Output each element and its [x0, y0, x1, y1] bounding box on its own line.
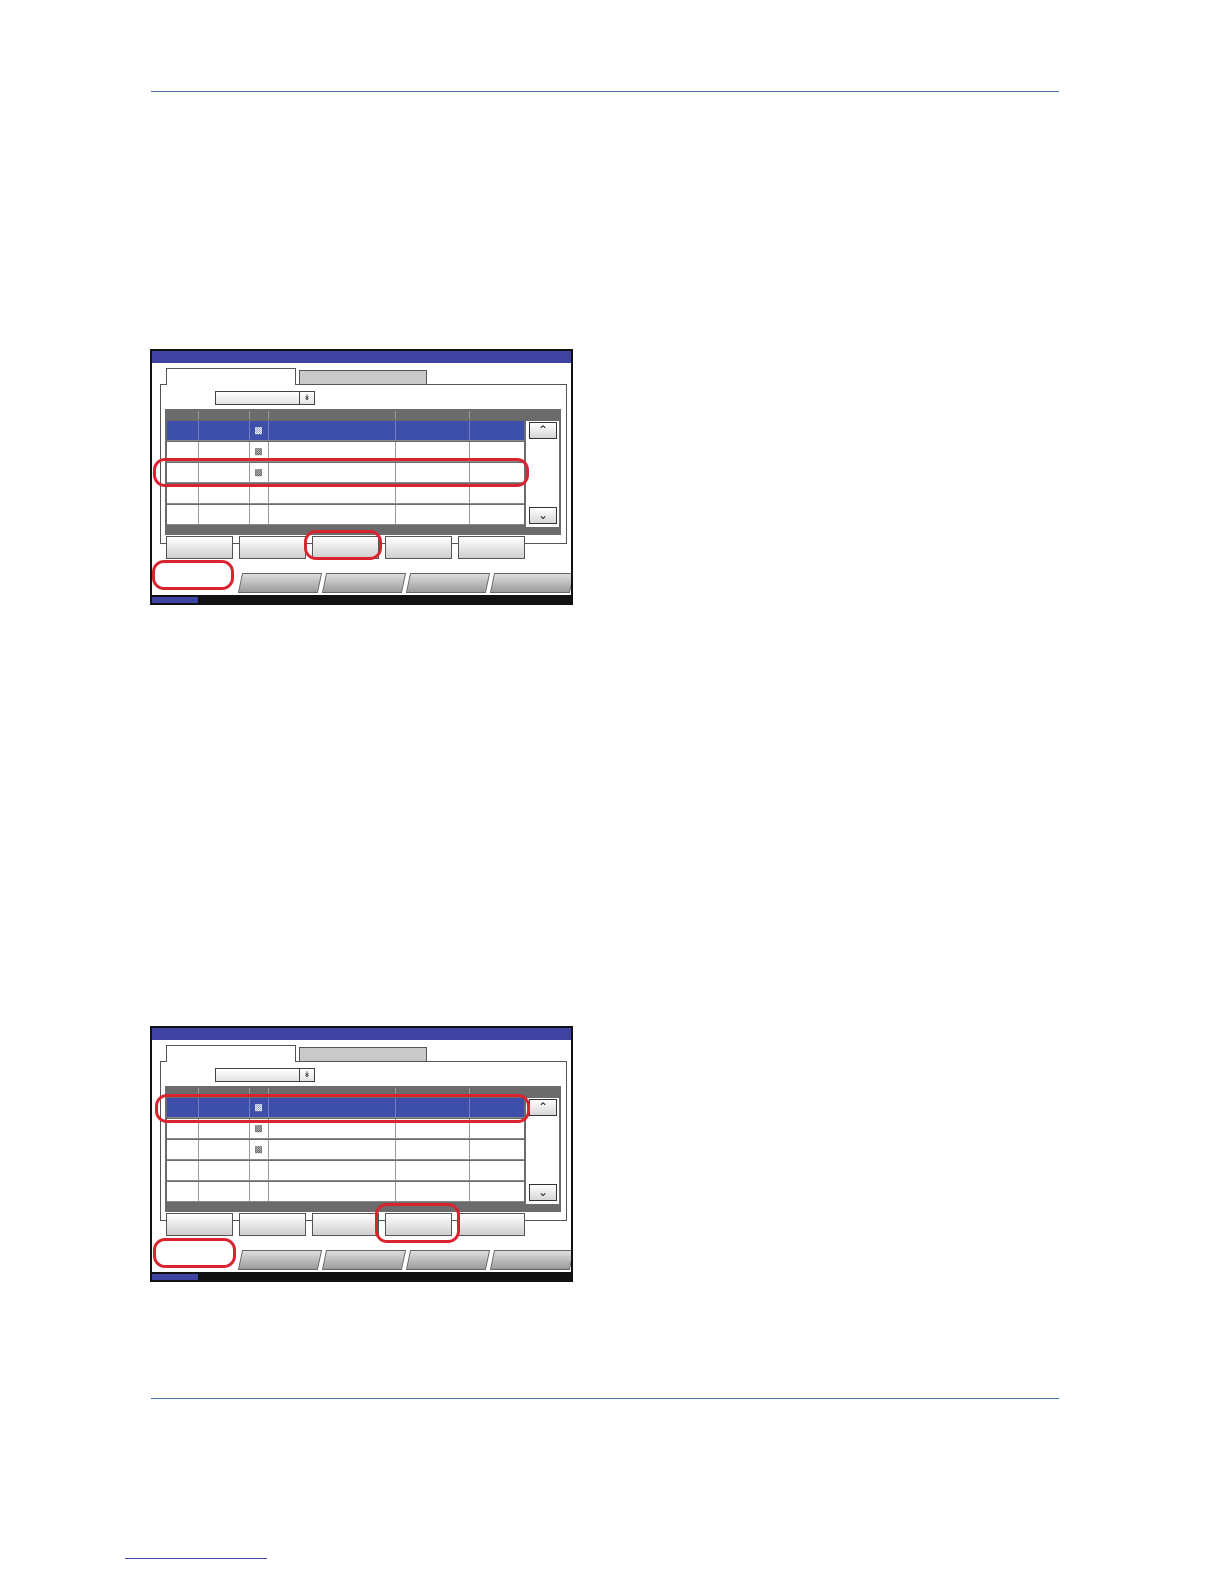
box-icon: ▩ [254, 446, 263, 456]
action-button-3[interactable] [312, 536, 379, 559]
footer-link-underline [125, 1558, 267, 1559]
bottom-tab-3[interactable] [321, 1250, 407, 1270]
double-chevron-down-icon[interactable]: ↡ [299, 392, 314, 404]
double-chevron-down-icon[interactable]: ↡ [299, 1069, 314, 1081]
box-icon: ▩ [254, 425, 263, 435]
footer-rule [151, 1398, 1059, 1399]
chevron-up-icon[interactable]: ⌃ [529, 422, 557, 439]
list-row[interactable]: ▩ [167, 421, 524, 441]
tab-primary[interactable] [166, 1045, 296, 1062]
box-icon: ▩ [254, 1123, 263, 1133]
box-icon: ▩ [254, 1144, 263, 1154]
chevron-down-icon[interactable]: ⌄ [529, 1184, 557, 1201]
list-row[interactable]: ▩ [167, 463, 524, 483]
action-button-5[interactable] [458, 536, 525, 559]
list-header [167, 409, 524, 421]
action-button-1[interactable] [166, 536, 233, 559]
list-row[interactable] [167, 1161, 524, 1181]
list-row[interactable] [167, 1182, 524, 1202]
status-accent [152, 597, 198, 603]
tab-secondary[interactable] [299, 370, 427, 384]
panel-screen-1: ↡ ▩ ▩ ▩ ⌃ ⌄ [150, 349, 573, 605]
tab-secondary[interactable] [299, 1047, 427, 1061]
status-accent [152, 1274, 198, 1280]
box-list: ▩ ▩ ▩ ⌃ ⌄ [165, 1086, 561, 1212]
list-row[interactable]: ▩ [167, 1098, 524, 1118]
filter-dropdown[interactable]: ↡ [215, 391, 315, 405]
action-button-1[interactable] [166, 1213, 233, 1236]
filter-dropdown[interactable]: ↡ [215, 1068, 315, 1082]
action-button-4[interactable] [385, 536, 452, 559]
scrollbar[interactable]: ⌃ ⌄ [526, 421, 559, 527]
list-header [167, 1086, 524, 1098]
status-bar [152, 595, 571, 603]
list-row[interactable]: ▩ [167, 1119, 524, 1139]
header-rule [151, 91, 1059, 92]
bottom-tab-2[interactable] [237, 573, 323, 593]
bottom-tab-4[interactable] [405, 573, 491, 593]
title-bar [152, 1028, 571, 1040]
status-bar [152, 1272, 571, 1280]
box-icon: ▩ [254, 1102, 263, 1112]
chevron-down-icon[interactable]: ⌄ [529, 507, 557, 524]
tab-primary[interactable] [166, 368, 296, 385]
title-bar [152, 351, 571, 363]
action-button-2[interactable] [239, 1213, 306, 1236]
box-icon: ▩ [254, 467, 263, 477]
list-row[interactable] [167, 484, 524, 504]
action-button-4[interactable] [385, 1213, 452, 1236]
action-button-2[interactable] [239, 536, 306, 559]
panel-screen-2: ↡ ▩ ▩ ▩ ⌃ ⌄ [150, 1026, 573, 1282]
list-row[interactable]: ▩ [167, 1140, 524, 1160]
bottom-tab-5[interactable] [489, 1250, 571, 1270]
bottom-tab-5[interactable] [489, 573, 571, 593]
list-row[interactable] [167, 505, 524, 525]
action-button-3[interactable] [312, 1213, 379, 1236]
box-list: ▩ ▩ ▩ ⌃ ⌄ [165, 409, 561, 535]
list-row[interactable]: ▩ [167, 442, 524, 462]
chevron-up-icon[interactable]: ⌃ [529, 1099, 557, 1116]
scrollbar[interactable]: ⌃ ⌄ [526, 1098, 559, 1204]
bottom-tab-2[interactable] [237, 1250, 323, 1270]
bottom-tab-3[interactable] [321, 573, 407, 593]
action-button-5[interactable] [458, 1213, 525, 1236]
bottom-tab-4[interactable] [405, 1250, 491, 1270]
